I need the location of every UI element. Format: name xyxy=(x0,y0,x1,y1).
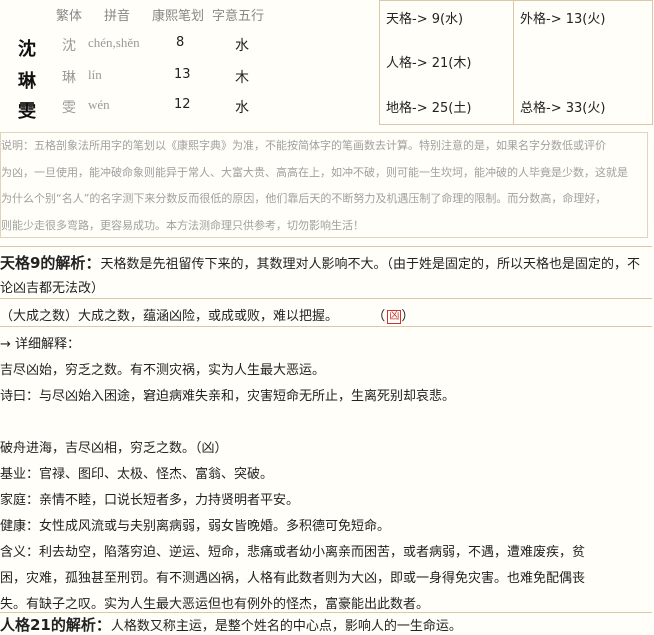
detail-line: 困，灾难，孤独甚至刑罚。有不测遇凶祸，人格有此数者则为大凶，即或一身得免灾害。也… xyxy=(0,571,586,586)
detail-label: → 详细解释： xyxy=(0,337,81,352)
divider xyxy=(513,0,514,124)
char-element: 水 xyxy=(235,100,249,116)
char-strokes: 13 xyxy=(174,67,191,82)
note-box: 说明：五格剖象法所用字的笔划以《康熙字典》为准，不能按简体字的笔画数去计算。特别… xyxy=(0,132,648,238)
header-pinyin: 拼音 xyxy=(104,9,131,24)
char-simplified: 琳 xyxy=(18,71,36,92)
char-row: 沈 沈 chén,shěn 8 水 xyxy=(0,32,379,60)
char-element: 木 xyxy=(235,70,249,86)
divider xyxy=(0,298,652,299)
divider xyxy=(379,124,653,125)
divider xyxy=(652,0,653,124)
analysis-section: 天格9的解析：天格数是先祖留传下来的，其数理对人影响不大。（由于姓是固定的，所以… xyxy=(0,246,652,296)
detail-line: 家庭：亲情不睦，口说长短者多，力持贤明者平安。 xyxy=(0,493,300,508)
char-table: 繁体 拼音 康熙笔划 字意五行 沈 沈 chén,shěn 8 水 琳 琳 lí… xyxy=(0,0,379,124)
char-row: 琳 琳 lín 13 木 xyxy=(0,64,379,92)
detail-line: 吉尽凶始，穷乏之数。有不测灾祸，实为人生最大恶运。 xyxy=(0,363,326,378)
summary-mark-wrap: （凶） xyxy=(372,309,415,324)
char-strokes: 12 xyxy=(174,97,191,112)
char-traditional: 沈 xyxy=(62,38,76,54)
char-simplified: 雯 xyxy=(18,101,36,122)
char-row: 雯 雯 wén 12 水 xyxy=(0,94,379,122)
tian-ge: 天格-> 9(水) xyxy=(386,12,464,27)
note-line: 说明：五格剖象法所用字的笔划以《康熙字典》为准，不能按简体字的笔画数去计算。特别… xyxy=(1,139,606,152)
detail-line: 健康：女性成风流或与夫别离病弱，弱女皆晚婚。多积德可免短命。 xyxy=(0,519,391,534)
divider xyxy=(0,612,652,613)
summary-text: （大成之数）大成之数，蕴涵凶险，或成或败，难以把握。 xyxy=(0,309,339,324)
di-ge: 地格-> 25(土) xyxy=(386,101,472,116)
char-strokes: 8 xyxy=(176,35,185,50)
divider xyxy=(379,0,653,1)
char-traditional: 雯 xyxy=(62,100,76,116)
char-simplified: 沈 xyxy=(18,39,36,60)
detail-line: 诗曰：与尽凶始入困途，窘迫病难失亲和，灾害短命无所止，生离死别却哀悲。 xyxy=(0,389,456,404)
detail-line: 失。有缺子之叹。实为人生最大恶运但也有例外的怪杰，富豪能出此数者。 xyxy=(0,597,430,612)
header-strokes: 康熙笔划 xyxy=(152,9,205,24)
char-element: 水 xyxy=(235,38,249,54)
analysis-intro: 天格9的解析：天格数是先祖留传下来的，其数理对人影响不大。（由于姓是固定的，所以… xyxy=(0,251,650,301)
detail-line: 基业：官禄、图印、太极、怪杰、富翁、突破。 xyxy=(0,467,274,482)
char-pinyin: chén,shěn xyxy=(88,35,140,50)
next-analysis-intro: 人格数又称主运，是整个姓名的中心点，影响人的一生命运。 xyxy=(110,619,462,634)
zong-ge: 总格-> 33(火) xyxy=(520,101,606,116)
divider xyxy=(0,326,652,327)
next-analysis-title: 人格21的解析： xyxy=(0,616,111,634)
char-pinyin: wén xyxy=(88,97,110,112)
note-line: 则能少走很多弯路，更容易成功。本方法测命理只供参考，切勿影响生活！ xyxy=(1,218,364,232)
analysis-title: 天格9的解析： xyxy=(0,254,101,272)
char-pinyin: lín xyxy=(88,67,102,82)
wai-ge: 外格-> 13(火) xyxy=(520,12,606,27)
ren-ge: 人格-> 21(木) xyxy=(386,56,472,71)
header-element: 字意五行 xyxy=(212,9,265,24)
char-traditional: 琳 xyxy=(62,70,76,86)
divider xyxy=(379,0,380,124)
header-traditional: 繁体 xyxy=(56,9,83,24)
note-line: 为什么个别“名人”的名字测下来分数反而很低的原因，他们靠后天的不断努力及机遇压制… xyxy=(1,192,607,205)
detail-line: 破舟进海，吉尽凶相，穷乏之数。（凶） xyxy=(0,441,228,456)
detail-line: 含义：利去劫空，陷落穷迫、逆运、短命，悲痛或者幼小离亲而困苦，或者病弱，不遇，遭… xyxy=(0,545,586,560)
name-table: 繁体 拼音 康熙笔划 字意五行 沈 沈 chén,shěn 8 水 琳 琳 lí… xyxy=(0,0,654,125)
note-line: 为凶，一旦使用，能冲破命象则能异于常人、大富大贵、高高在上，如冲不破，则可能一生… xyxy=(1,165,628,179)
summary-line: （大成之数）大成之数，蕴涵凶险，或成或败，难以把握。 （凶） xyxy=(0,305,414,324)
bad-omen-icon: 凶 xyxy=(387,309,402,324)
